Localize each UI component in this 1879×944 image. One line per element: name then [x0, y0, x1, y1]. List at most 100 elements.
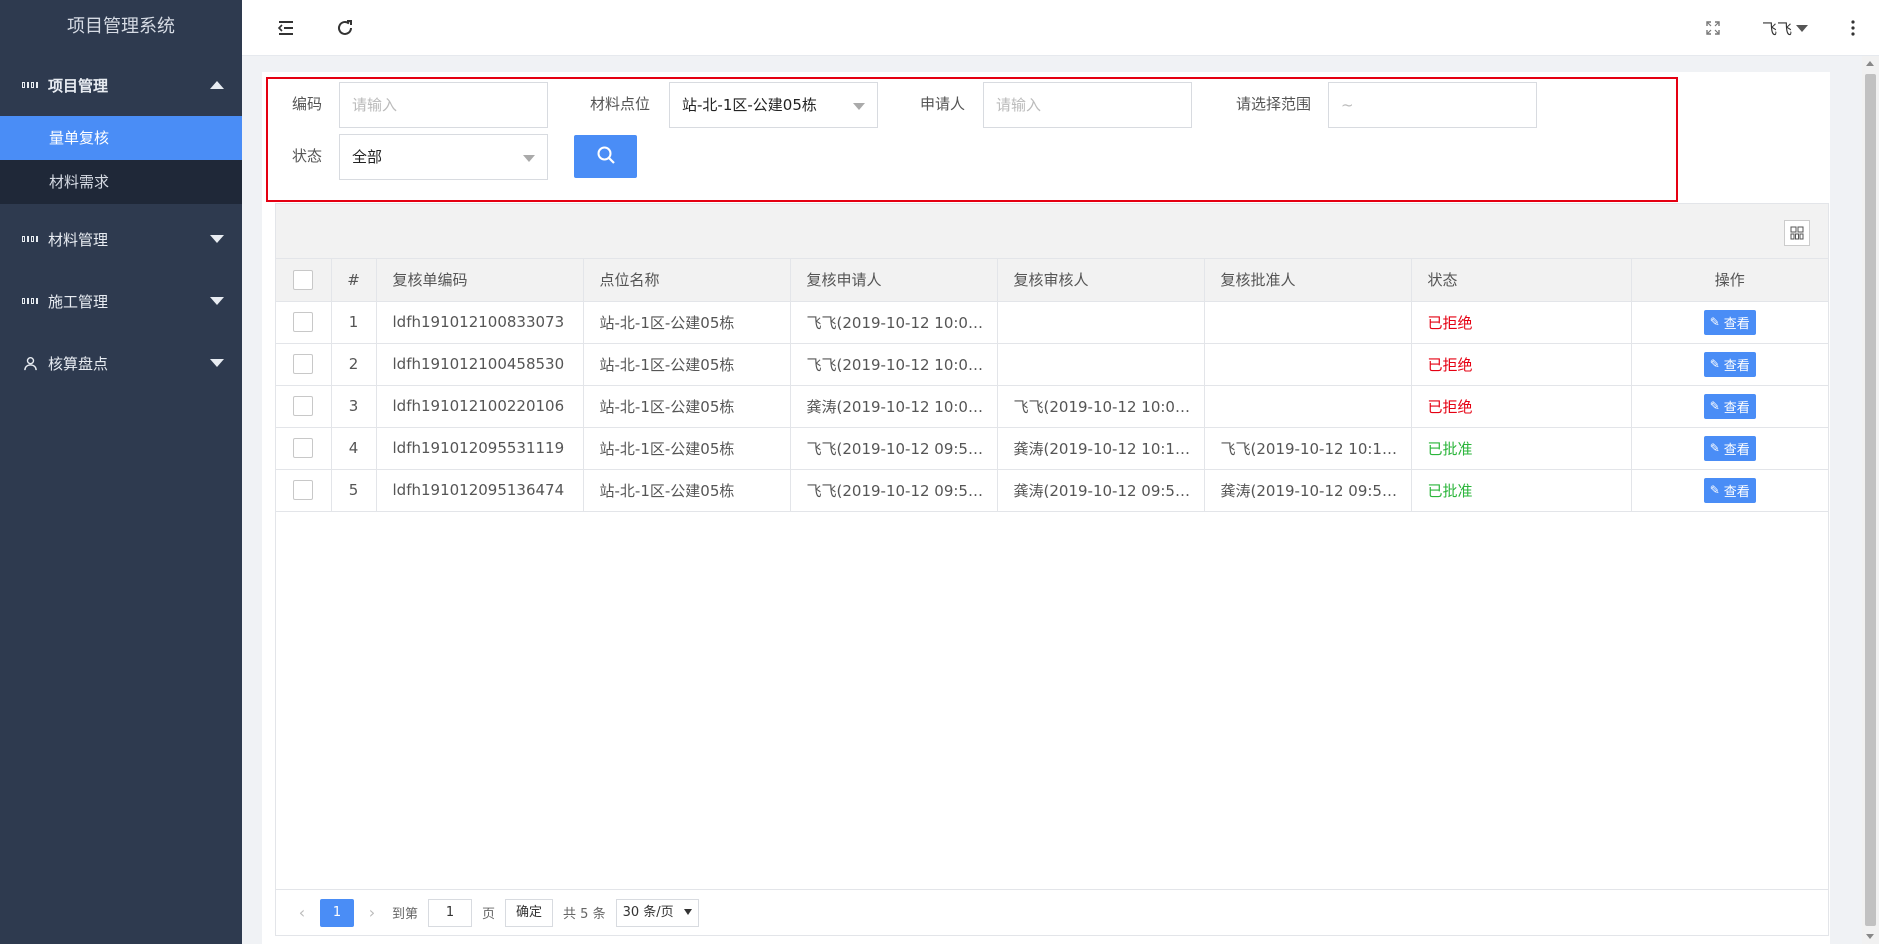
sidebar-group-project-management[interactable]: 项目管理	[0, 54, 242, 116]
refresh-icon[interactable]	[331, 14, 359, 42]
select-all-checkbox[interactable]	[293, 269, 314, 290]
row-reviewer: 龚涛(2019-10-12 10:1…	[997, 427, 1205, 470]
row-reviewer	[997, 343, 1205, 386]
scroll-thumb[interactable]	[1865, 74, 1876, 926]
row-index: 2	[331, 343, 377, 386]
row-reviewer: 飞飞(2019-10-12 10:0…	[997, 385, 1205, 428]
col-header-applicant: 复核申请人	[790, 259, 998, 302]
fullscreen-icon[interactable]	[1699, 14, 1727, 42]
row-checkbox[interactable]	[293, 354, 314, 374]
top-header: 飞飞	[242, 0, 1879, 56]
menu-fold-icon[interactable]	[272, 14, 300, 42]
row-applicant: 飞飞(2019-10-12 10:0…	[790, 301, 998, 344]
view-button[interactable]: ✎ 查看	[1703, 435, 1756, 461]
view-button-label: 查看	[1723, 316, 1750, 332]
location-select[interactable]: 站-北-1区-公建05栋	[669, 82, 878, 128]
review-table: # 复核单编码 点位名称 复核申请人 复核审核人 复核批准人 状态 操作 1 ld…	[276, 259, 1828, 512]
table-row: 1 ldfh191012100833073 站-北-1区-公建05栋 飞飞(2019-…	[276, 301, 1828, 344]
user-name: 飞飞	[1762, 19, 1793, 38]
row-applicant: 飞飞(2019-10-12 10:0…	[790, 343, 998, 386]
sidebar-group-material-management[interactable]: 材料管理	[0, 208, 242, 270]
applicant-input[interactable]: 请输入	[983, 82, 1192, 128]
view-button[interactable]: ✎ 查看	[1703, 393, 1756, 419]
row-index: 5	[331, 469, 377, 512]
row-select-cell	[276, 427, 332, 470]
search-button[interactable]	[574, 135, 637, 178]
row-action-cell: ✎ 查看	[1631, 385, 1828, 428]
row-checkbox[interactable]	[293, 396, 314, 416]
sidebar-group-label: 核算盘点	[48, 354, 109, 373]
status-label: 状态	[292, 147, 323, 165]
row-applicant: 龚涛(2019-10-12 10:0…	[790, 385, 998, 428]
row-status: 已批准	[1411, 427, 1632, 470]
grid-icon	[22, 231, 38, 247]
view-button-label: 查看	[1723, 358, 1750, 374]
app-title: 项目管理系统	[67, 16, 175, 37]
view-button[interactable]: ✎ 查看	[1703, 309, 1756, 335]
scroll-up-icon[interactable]	[1866, 61, 1874, 66]
sidebar-item-material-demand[interactable]: 材料需求	[0, 160, 242, 204]
column-settings-icon[interactable]	[1784, 220, 1810, 246]
chevron-down-icon	[210, 297, 224, 305]
table-row: 3 ldfh191012100220106 站-北-1区-公建05栋 龚涛(2019-…	[276, 385, 1828, 428]
caret-down-icon	[1796, 24, 1809, 32]
row-action-cell: ✎ 查看	[1631, 301, 1828, 344]
row-approver: 龚涛(2019-10-12 09:5…	[1204, 469, 1412, 512]
row-code: ldfh191012100833073	[376, 301, 584, 344]
row-checkbox[interactable]	[293, 438, 314, 458]
row-checkbox[interactable]	[293, 312, 314, 332]
row-select-cell	[276, 343, 332, 386]
row-code: ldfh191012100220106	[376, 385, 584, 428]
chevron-down-icon	[210, 359, 224, 367]
status-select[interactable]: 全部	[339, 134, 548, 180]
table-toolbar	[276, 204, 1828, 259]
scroll-down-icon[interactable]	[1866, 934, 1874, 939]
code-input[interactable]: 请输入	[339, 82, 548, 128]
col-header-index: #	[331, 259, 377, 302]
chevron-down-icon	[210, 235, 224, 243]
row-status: 已拒绝	[1411, 343, 1632, 386]
sidebar-item-quantity-review[interactable]: 量单复核	[0, 116, 242, 160]
search-icon	[596, 145, 616, 169]
row-action-cell: ✎ 查看	[1631, 427, 1828, 470]
view-button[interactable]: ✎ 查看	[1703, 351, 1756, 377]
col-header-status: 状态	[1411, 259, 1632, 302]
table-card: # 复核单编码 点位名称 复核申请人 复核审核人 复核批准人 状态 操作 1 ld…	[275, 203, 1829, 936]
edit-icon: ✎	[1709, 483, 1720, 497]
page-size-select[interactable]: 30 条/页	[615, 898, 699, 927]
col-header-code: 复核单编码	[376, 259, 584, 302]
caret-down-icon	[853, 103, 865, 110]
date-range-input[interactable]: ~	[1328, 82, 1537, 128]
view-button-label: 查看	[1723, 484, 1750, 500]
row-location: 站-北-1区-公建05栋	[583, 427, 791, 470]
view-button[interactable]: ✎ 查看	[1703, 477, 1756, 503]
code-label: 编码	[292, 95, 323, 113]
row-approver	[1204, 385, 1412, 428]
user-menu[interactable]: 飞飞	[1762, 14, 1822, 42]
next-page-icon[interactable]: ›	[360, 903, 384, 922]
caret-down-icon	[523, 155, 535, 162]
goto-confirm-button[interactable]: 确定	[505, 898, 554, 927]
grid-icon	[22, 77, 38, 93]
page-scrollbar[interactable]	[1862, 56, 1879, 944]
row-applicant: 飞飞(2019-10-12 09:5…	[790, 427, 998, 470]
edit-icon: ✎	[1709, 441, 1720, 455]
page-size-value: 30 条/页	[622, 904, 674, 920]
row-approver	[1204, 301, 1412, 344]
page-unit-label: 页	[482, 907, 496, 922]
col-header-approver: 复核批准人	[1204, 259, 1412, 302]
goto-page-input[interactable]: 1	[428, 898, 473, 927]
col-header-reviewer: 复核审核人	[997, 259, 1205, 302]
page-current[interactable]: 1	[320, 898, 354, 927]
sidebar-group-accounting-inventory[interactable]: 核算盘点	[0, 332, 242, 394]
table-row: 4 ldfh191012095531119 站-北-1区-公建05栋 飞飞(2019-…	[276, 427, 1828, 470]
row-status: 已拒绝	[1411, 385, 1632, 428]
more-vertical-icon[interactable]	[1839, 14, 1867, 42]
sidebar-group-label: 施工管理	[48, 292, 109, 311]
sidebar-group-construction-management[interactable]: 施工管理	[0, 270, 242, 332]
row-checkbox[interactable]	[293, 480, 314, 500]
row-status: 已拒绝	[1411, 301, 1632, 344]
pagination: ‹ 1 › 到第 1 页 确定 共 5 条 30 条/页	[276, 889, 1828, 935]
row-approver	[1204, 343, 1412, 386]
prev-page-icon[interactable]: ‹	[290, 903, 314, 922]
